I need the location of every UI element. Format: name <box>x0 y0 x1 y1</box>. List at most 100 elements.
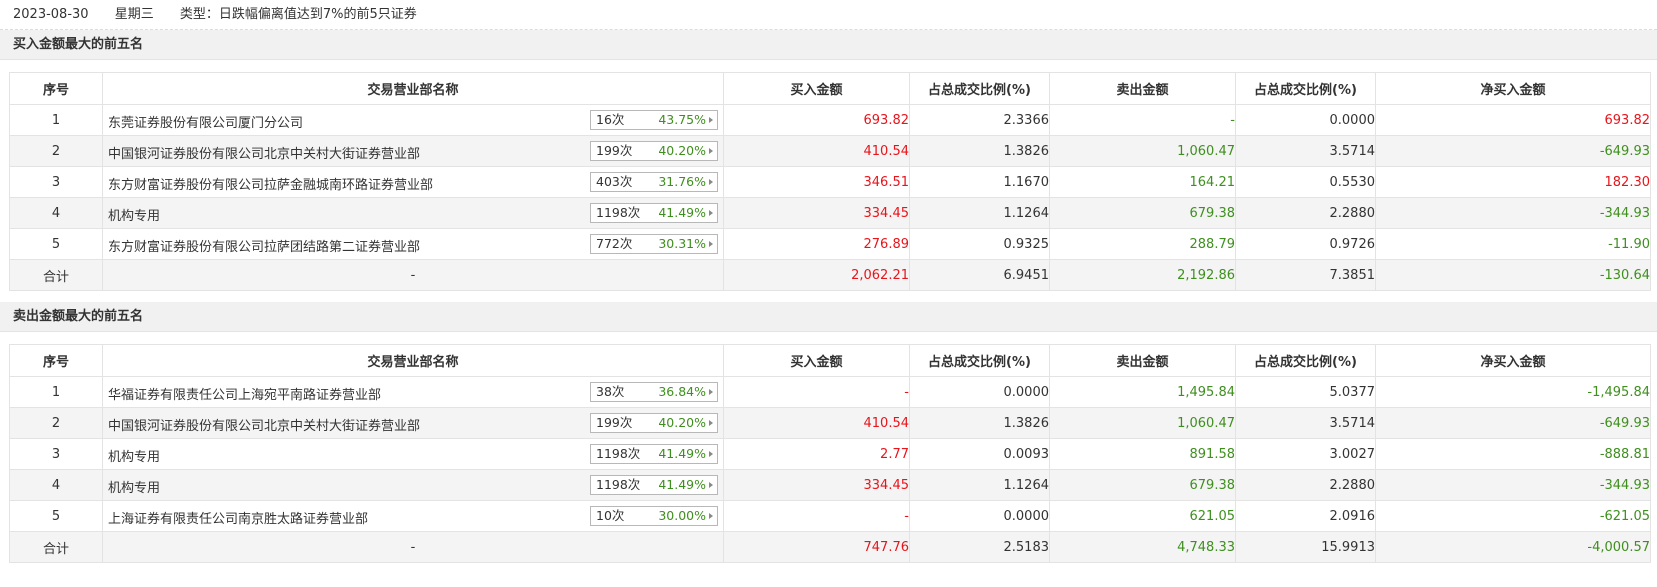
column-header[interactable]: 买入金额 <box>723 72 910 105</box>
column-header[interactable]: 净买入金额 <box>1375 344 1651 377</box>
broker-cell: 机构专用 1198次 41.49% <box>102 469 724 501</box>
column-header[interactable]: 卖出金额 <box>1049 72 1236 105</box>
table-row[interactable]: 1 华福证券有限责任公司上海宛平南路证券营业部 38次 36.84% -0.0000 1,… <box>9 376 1651 408</box>
total-net-cell: -4,000.57 <box>1375 531 1651 563</box>
table-row[interactable]: 3 机构专用 1198次 41.49% 2.77 0.0093 891.58 3.0027 -8… <box>9 438 1651 470</box>
buy-ratio-cell: 1.1264 <box>909 469 1050 501</box>
column-header[interactable]: 占总成交比例(%) <box>909 344 1050 377</box>
table-row[interactable]: 1 东莞证券股份有限公司厦门分公司 16次 43.75% 693.82 2.3366-0.… <box>9 104 1651 136</box>
broker-name-link[interactable]: 中国银河证券股份有限公司北京中关村大街证券营业部 <box>108 415 420 434</box>
sell-ratio-cell: 0.0000 <box>1235 104 1376 136</box>
rank-cell: 2 <box>9 407 103 439</box>
broker-cell: 机构专用 1198次 41.49% <box>102 197 724 229</box>
win-rate: 30.00% <box>658 508 706 523</box>
broker-name-link[interactable]: 中国银河证券股份有限公司北京中关村大街证券营业部 <box>108 143 420 162</box>
appearance-stats-button[interactable]: 1198次 41.49% <box>590 475 718 495</box>
win-rate: 40.20% <box>658 415 706 430</box>
column-header[interactable]: 占总成交比例(%) <box>909 72 1050 105</box>
sell-ratio-cell: 3.5714 <box>1235 135 1376 167</box>
broker-name-link[interactable]: 华福证券有限责任公司上海宛平南路证券营业部 <box>108 384 381 403</box>
table-row[interactable]: 5 东方财富证券股份有限公司拉萨团结路第二证券营业部 772次 30.31% 276.8… <box>9 228 1651 260</box>
total-row: 合计 -747.76 2.5183 4,748.33 15.9913 -4,000.57 <box>9 531 1651 563</box>
table-row[interactable]: 3 东方财富证券股份有限公司拉萨金融城南环路证券营业部 403次 31.76% 346.… <box>9 166 1651 198</box>
buy-ratio-cell: 2.3366 <box>909 104 1050 136</box>
column-header[interactable]: 买入金额 <box>723 344 910 377</box>
table-row[interactable]: 2 中国银河证券股份有限公司北京中关村大街证券营业部 199次 40.20% 410.5… <box>9 407 1651 439</box>
sell-ratio-cell: 3.5714 <box>1235 407 1376 439</box>
broker-name-link[interactable]: 上海证券有限责任公司南京胜太路证券营业部 <box>108 508 368 527</box>
table-row[interactable]: 2 中国银河证券股份有限公司北京中关村大街证券营业部 199次 40.20% 410.5… <box>9 135 1651 167</box>
broker-cell: 中国银河证券股份有限公司北京中关村大街证券营业部 199次 40.20% <box>102 407 724 439</box>
sell-cell: 288.79 <box>1049 228 1236 260</box>
broker-name-link[interactable]: 东莞证券股份有限公司厦门分公司 <box>108 112 303 131</box>
table-row[interactable]: 4 机构专用 1198次 41.49% 334.45 1.1264 679.38 2.2880… <box>9 469 1651 501</box>
trade-date: 2023-08-30 <box>13 7 89 22</box>
sell-cell: 891.58 <box>1049 438 1236 470</box>
sell-cell: 164.21 <box>1049 166 1236 198</box>
column-header[interactable]: 占总成交比例(%) <box>1235 344 1376 377</box>
broker-cell: 机构专用 1198次 41.49% <box>102 438 724 470</box>
appearance-count: 403次 <box>596 174 633 189</box>
appearance-stats-button[interactable]: 1198次 41.49% <box>590 203 718 223</box>
caret-right-icon <box>709 179 713 185</box>
appearance-stats-button[interactable]: 16次 43.75% <box>590 110 718 130</box>
net-cell: -11.90 <box>1375 228 1651 260</box>
appearance-stats-button[interactable]: 38次 36.84% <box>590 382 718 402</box>
appearance-count: 38次 <box>596 384 625 399</box>
table-row[interactable]: 4 机构专用 1198次 41.49% 334.45 1.1264 679.38 2.2880… <box>9 197 1651 229</box>
win-rate: 41.49% <box>658 477 706 492</box>
column-header[interactable]: 占总成交比例(%) <box>1235 72 1376 105</box>
broker-name-link[interactable]: 机构专用 <box>108 205 160 224</box>
column-header[interactable]: 净买入金额 <box>1375 72 1651 105</box>
buy-cell: 693.82 <box>723 104 910 136</box>
table-row[interactable]: 5 上海证券有限责任公司南京胜太路证券营业部 10次 30.00% -0.0000 621… <box>9 500 1651 532</box>
column-header[interactable]: 交易营业部名称 <box>102 344 724 377</box>
total-sell-ratio-cell: 15.9913 <box>1235 531 1376 563</box>
broker-cell: 中国银河证券股份有限公司北京中关村大街证券营业部 199次 40.20% <box>102 135 724 167</box>
broker-name-link[interactable]: 机构专用 <box>108 477 160 496</box>
sell-ratio-cell: 0.5530 <box>1235 166 1376 198</box>
sell-cell: - <box>1049 104 1236 136</box>
appearance-stats-button[interactable]: 1198次 41.49% <box>590 444 718 464</box>
sell-ratio-cell: 2.2880 <box>1235 469 1376 501</box>
buy-cell: 334.45 <box>723 469 910 501</box>
appearance-count: 199次 <box>596 415 633 430</box>
appearance-stats-button[interactable]: 199次 40.20% <box>590 413 718 433</box>
total-sell-cell: 4,748.33 <box>1049 531 1236 563</box>
broker-name-link[interactable]: 东方财富证券股份有限公司拉萨团结路第二证券营业部 <box>108 236 420 255</box>
rank-cell: 1 <box>9 104 103 136</box>
column-header[interactable]: 序号 <box>9 344 103 377</box>
caret-right-icon <box>709 451 713 457</box>
win-rate: 41.49% <box>658 205 706 220</box>
list-type: 类型：日跌幅偏离值达到7%的前5只证券 <box>179 7 417 22</box>
buy-ratio-cell: 1.1264 <box>909 197 1050 229</box>
column-header[interactable]: 卖出金额 <box>1049 344 1236 377</box>
sell-ratio-cell: 5.0377 <box>1235 376 1376 408</box>
table-header-row: 序号 交易营业部名称 买入金额 占总成交比例(%) 卖出金额 占总成交比例(%) 净买入金额 <box>9 72 1651 105</box>
column-header[interactable]: 序号 <box>9 72 103 105</box>
total-name-cell: - <box>102 531 724 563</box>
sell-ratio-cell: 3.0027 <box>1235 438 1376 470</box>
appearance-stats-button[interactable]: 199次 40.20% <box>590 141 718 161</box>
caret-right-icon <box>709 482 713 488</box>
broker-name-link[interactable]: 东方财富证券股份有限公司拉萨金融城南环路证券营业部 <box>108 174 433 193</box>
sell-cell: 1,495.84 <box>1049 376 1236 408</box>
broker-cell: 上海证券有限责任公司南京胜太路证券营业部 10次 30.00% <box>102 500 724 532</box>
broker-name-link[interactable]: 机构专用 <box>108 446 160 465</box>
net-cell: -649.93 <box>1375 407 1651 439</box>
appearance-stats-button[interactable]: 403次 31.76% <box>590 172 718 192</box>
column-header[interactable]: 交易营业部名称 <box>102 72 724 105</box>
win-rate: 36.84% <box>658 384 706 399</box>
rank-cell: 3 <box>9 438 103 470</box>
total-buy-cell: 747.76 <box>723 531 910 563</box>
net-cell: -621.05 <box>1375 500 1651 532</box>
caret-right-icon <box>709 420 713 426</box>
buy-cell: 276.89 <box>723 228 910 260</box>
appearance-stats-button[interactable]: 772次 30.31% <box>590 234 718 254</box>
win-rate: 30.31% <box>658 236 706 251</box>
sell-cell: 679.38 <box>1049 469 1236 501</box>
section-title: 卖出金额最大的前五名 <box>0 302 1657 332</box>
total-row: 合计 -2,062.21 6.9451 2,192.86 7.3851 -130.64 <box>9 259 1651 291</box>
appearance-stats-button[interactable]: 10次 30.00% <box>590 506 718 526</box>
appearance-count: 772次 <box>596 236 633 251</box>
